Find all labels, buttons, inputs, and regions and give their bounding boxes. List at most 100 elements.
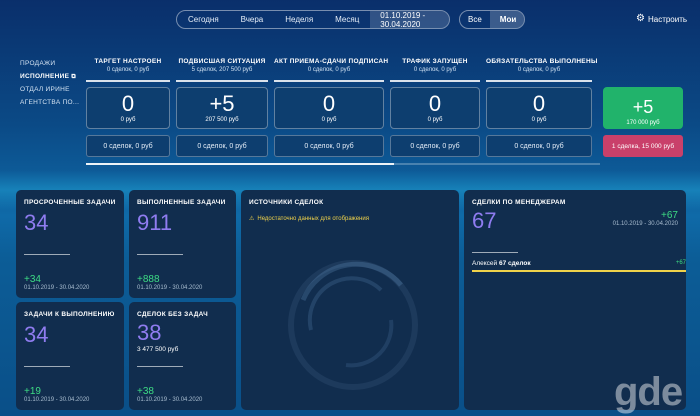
funnel-progress-fill xyxy=(86,163,395,165)
stage-count: 0 xyxy=(121,91,135,116)
nav-item-execution[interactable]: ИСПОЛНЕНИЕ ⧉ xyxy=(20,73,79,86)
period-month[interactable]: Месяц xyxy=(324,11,370,28)
nav-item-irina[interactable]: ОТДАЛ ИРИНЕ xyxy=(20,86,79,99)
stage-amount: 0 руб xyxy=(427,117,443,123)
stage-underline xyxy=(274,80,384,82)
owner-all[interactable]: Все xyxy=(460,11,490,28)
owner-mine[interactable]: Мои xyxy=(489,11,524,28)
lost-footer[interactable]: 1 сделка, 15 000 руб xyxy=(603,135,683,157)
card-divider xyxy=(24,366,70,367)
period-week[interactable]: Неделя xyxy=(274,11,324,28)
nav-item-agencies[interactable]: АГЕНТСТВА ПО... xyxy=(20,99,79,112)
stage-summary: 0 сделок, 0 руб xyxy=(517,67,561,73)
period-selector: Сегодня Вчера Неделя Месяц 01.10.2019 - … xyxy=(176,10,450,29)
card-delta: +34 xyxy=(24,274,41,285)
won-counter[interactable]: +5 170 000 руб xyxy=(603,87,683,129)
won-amount: 170 000 руб xyxy=(626,120,660,126)
pipeline-nav: ПРОДАЖИ ИСПОЛНЕНИЕ ⧉ ОТДАЛ ИРИНЕ АГЕНТСТ… xyxy=(20,60,79,112)
card-amount: 3 477 500 руб xyxy=(137,346,179,353)
stage-amount: 0 руб xyxy=(531,117,547,123)
stage-summary: 5 сделок, 207 500 руб xyxy=(191,67,253,73)
manager-bar xyxy=(472,270,686,272)
card-divider xyxy=(137,254,183,255)
card-divider xyxy=(472,252,518,253)
stage-title: ТРАФИК ЗАПУЩЕН xyxy=(402,58,468,65)
stage-header: АКТ ПРИЕМА-СДАЧИ ПОДПИСАН 0 сделок, 0 ру… xyxy=(274,58,389,73)
card-divider xyxy=(137,366,183,367)
external-link-icon: ⧉ xyxy=(71,74,76,80)
card-delta: +19 xyxy=(24,386,41,397)
stage-title: ПОДВИСШАЯ СИТУАЦИЯ xyxy=(178,58,266,65)
stage-underline xyxy=(86,80,170,82)
card-date-range: 01.10.2019 - 30.04.2020 xyxy=(612,221,678,227)
stage-count: 0 xyxy=(428,91,442,116)
stage-summary: 0 сделок, 0 руб xyxy=(106,67,150,73)
stage-summary: 0 сделок, 0 руб xyxy=(413,67,457,73)
stage-amount: 207 500 руб xyxy=(205,117,239,123)
stage-counter[interactable]: 0 0 руб xyxy=(486,87,592,129)
card-tasks-todo[interactable]: ЗАДАЧИ К ВЫПОЛНЕНИЮ 34 +19 01.10.2019 - … xyxy=(16,302,124,410)
stage-underline xyxy=(390,80,480,82)
nav-item-sales[interactable]: ПРОДАЖИ xyxy=(20,60,79,73)
card-overdue-tasks[interactable]: ПРОСРОЧЕННЫЕ ЗАДАЧИ 34 +34 01.10.2019 - … xyxy=(16,190,124,298)
stage-header: ТАРГЕТ НАСТРОЕН 0 сделок, 0 руб xyxy=(86,58,170,73)
card-date-range: 01.10.2019 - 30.04.2020 xyxy=(24,397,90,403)
stage-footer[interactable]: 0 сделок, 0 руб xyxy=(486,135,592,157)
card-value: 34 xyxy=(24,210,49,235)
stage-counter[interactable]: 0 0 руб xyxy=(86,87,170,129)
stage-underline xyxy=(486,80,592,82)
card-value: 911 xyxy=(137,210,173,235)
card-completed-tasks[interactable]: ВЫПОЛНЕННЫЕ ЗАДАЧИ 911 +888 01.10.2019 -… xyxy=(129,190,236,298)
settings-label: Настроить xyxy=(647,14,688,24)
card-date-range: 01.10.2019 - 30.04.2020 xyxy=(137,285,203,291)
card-delta: +67 xyxy=(661,210,678,221)
manager-deal-count: 67 сделок xyxy=(498,260,531,267)
stage-count: 0 xyxy=(322,91,336,116)
stage-counter[interactable]: +5 207 500 руб xyxy=(176,87,268,129)
empty-donut-placeholder xyxy=(288,260,418,390)
card-value: 67 xyxy=(472,208,497,233)
card-divider xyxy=(24,254,70,255)
watermark-logo: gde xyxy=(614,370,683,414)
won-count: +5 xyxy=(632,97,654,117)
stage-underline xyxy=(176,80,268,82)
funnel-progress-track xyxy=(86,163,600,165)
period-yesterday[interactable]: Вчера xyxy=(230,11,275,28)
stage-footer[interactable]: 0 сделок, 0 руб xyxy=(390,135,480,157)
stage-count: 0 xyxy=(532,91,546,116)
stage-header: ПОДВИСШАЯ СИТУАЦИЯ 5 сделок, 207 500 руб xyxy=(176,58,268,73)
card-deal-sources[interactable]: ИСТОЧНИКИ СДЕЛОК ⚠ Недостаточно данных д… xyxy=(241,190,459,410)
stage-title: ТАРГЕТ НАСТРОЕН xyxy=(94,58,162,65)
stage-footer[interactable]: 0 сделок, 0 руб xyxy=(176,135,268,157)
card-delta: +38 xyxy=(137,386,154,397)
stage-amount: 0 руб xyxy=(120,117,136,123)
card-deals-without-tasks[interactable]: СДЕЛОК БЕЗ ЗАДАЧ 38 3 477 500 руб +38 01… xyxy=(129,302,236,410)
card-title: ВЫПОЛНЕННЫЕ ЗАДАЧИ xyxy=(137,199,226,206)
card-title: ПРОСРОЧЕННЫЕ ЗАДАЧИ xyxy=(24,199,116,206)
gear-icon: ⚙ xyxy=(636,13,645,24)
stage-amount: 0 руб xyxy=(321,117,337,123)
stage-header: ОБЯЗАТЕЛЬСТВА ВЫПОЛНЕНЫ 0 сделок, 0 руб xyxy=(486,58,598,73)
card-title: ЗАДАЧИ К ВЫПОЛНЕНИЮ xyxy=(24,311,115,318)
date-range-picker[interactable]: 01.10.2019 - 30.04.2020 xyxy=(370,11,449,28)
card-title: СДЕЛОК БЕЗ ЗАДАЧ xyxy=(137,311,209,318)
period-today[interactable]: Сегодня xyxy=(177,11,230,28)
stage-header: ТРАФИК ЗАПУЩЕН 0 сделок, 0 руб xyxy=(390,58,480,73)
stage-count: +5 xyxy=(209,91,235,116)
card-value: 34 xyxy=(24,322,49,347)
stage-title: ОБЯЗАТЕЛЬСТВА ВЫПОЛНЕНЫ xyxy=(486,58,598,65)
stage-counter[interactable]: 0 0 руб xyxy=(390,87,480,129)
card-value: 38 xyxy=(137,320,162,345)
settings-button[interactable]: ⚙ Настроить xyxy=(636,14,687,24)
stage-footer[interactable]: 0 сделок, 0 руб xyxy=(86,135,170,157)
manager-name: Алексей xyxy=(472,260,498,267)
card-date-range: 01.10.2019 - 30.04.2020 xyxy=(137,397,203,403)
manager-row[interactable]: Алексей 67 сделок +67 xyxy=(472,260,686,267)
stage-counter[interactable]: 0 0 руб xyxy=(274,87,384,129)
owner-filter: Все Мои xyxy=(459,10,525,29)
stage-summary: 0 сделок, 0 руб xyxy=(307,67,351,73)
stage-title: АКТ ПРИЕМА-СДАЧИ ПОДПИСАН xyxy=(274,58,389,65)
stage-footer[interactable]: 0 сделок, 0 руб xyxy=(274,135,384,157)
manager-delta: +67 xyxy=(675,260,686,266)
card-delta: +888 xyxy=(137,274,160,285)
